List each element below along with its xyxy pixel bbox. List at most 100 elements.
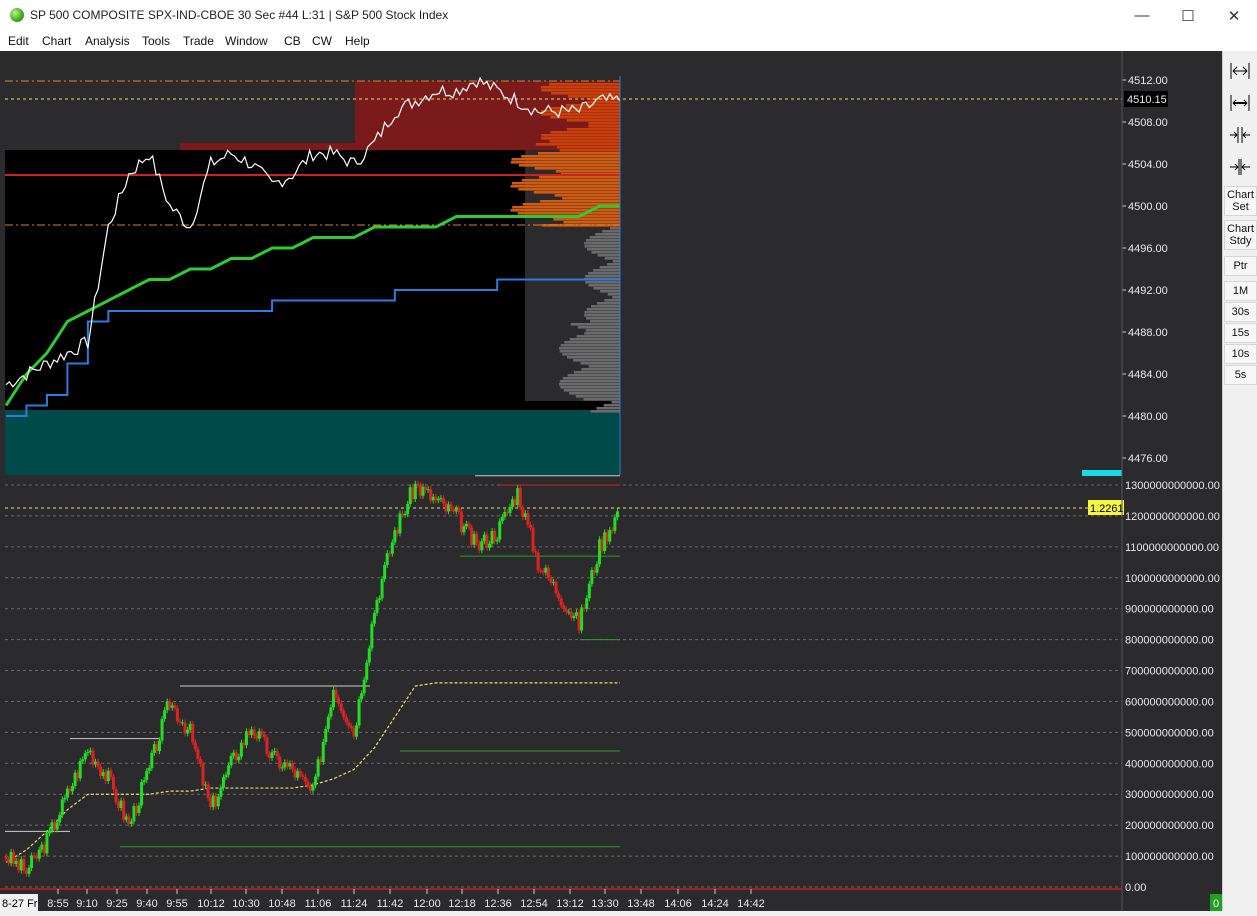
candle-body <box>55 822 59 830</box>
right-toolbar: Chart Set Chart Stdy Ptr 1M 30s 15s 10s … <box>1222 51 1257 911</box>
lower-tick-label: 600000000000.00 <box>1125 696 1214 708</box>
chart-svg[interactable]: 4512.00 4508.00 4504.00 4500.00 4496.00 4492.… <box>0 51 1222 911</box>
profile-bar-gray <box>562 377 620 380</box>
candle-body <box>462 526 466 533</box>
menu-cw[interactable]: CW <box>312 34 332 48</box>
profile-bar-gray <box>577 326 620 329</box>
teal-zone <box>5 410 620 475</box>
candle-body <box>216 796 220 807</box>
candle-body <box>183 722 187 734</box>
candle-body <box>244 731 248 746</box>
profile-bar-gray <box>588 284 620 287</box>
candle-body <box>160 718 164 741</box>
candle-body <box>321 741 325 763</box>
minimize-button[interactable]: — <box>1119 0 1165 31</box>
candle-body <box>395 530 399 534</box>
candle-body <box>393 530 397 543</box>
candle-body <box>319 759 323 763</box>
candle-body <box>117 802 121 809</box>
profile-bar-gray <box>590 410 620 413</box>
candle-body <box>181 722 185 724</box>
candle-body <box>278 756 282 769</box>
profile-bar-gray <box>603 404 620 407</box>
candle-body <box>65 788 69 798</box>
profile-bar-orange <box>541 134 620 137</box>
candle-body <box>257 731 261 739</box>
chart-study-button[interactable]: Chart Stdy <box>1224 220 1257 250</box>
timeframe-1m-button[interactable]: 1M <box>1224 281 1257 301</box>
price-panel[interactable]: 4512.00 4508.00 4504.00 4500.00 4496.00 4492.… <box>4 75 1168 475</box>
menu-bar: Edit Chart Analysis Tools Trade Window C… <box>0 31 1257 51</box>
maximize-button[interactable]: ☐ <box>1165 0 1211 31</box>
candle-body <box>260 731 264 735</box>
candle-body <box>485 534 489 548</box>
candle-panel[interactable]: 1300000000000.00 1200000000000.00 11000000… <box>4 470 1220 894</box>
candle-body <box>250 729 254 736</box>
menu-chart[interactable]: Chart <box>42 34 71 48</box>
menu-window[interactable]: Window <box>225 34 268 48</box>
menu-analysis[interactable]: Analysis <box>85 34 130 48</box>
fit-horizontal-button[interactable] <box>1227 90 1253 116</box>
candle-body <box>242 742 246 746</box>
candle-body <box>42 844 46 854</box>
candle-body <box>434 496 438 501</box>
candle-body <box>214 795 218 807</box>
profile-bar-gray <box>575 395 620 398</box>
candle-body <box>152 744 156 753</box>
profile-bar-gray <box>576 335 620 338</box>
candle-body <box>441 498 445 504</box>
candle-body <box>608 530 612 542</box>
candle-body <box>380 579 384 599</box>
candle-body <box>439 498 443 500</box>
candle-body <box>19 859 23 871</box>
profile-bar-gray <box>596 407 620 410</box>
chart-settings-button[interactable]: Chart Set <box>1224 186 1257 216</box>
candle-body <box>119 800 123 809</box>
candle-body <box>24 870 28 874</box>
lower-tick-label: 100000000000.00 <box>1125 851 1214 863</box>
menu-trade[interactable]: Trade <box>183 34 214 48</box>
timeframe-30s-button[interactable]: 30s <box>1224 302 1257 322</box>
profile-bar-gray <box>567 374 620 377</box>
profile-bar-orange <box>549 107 620 110</box>
x-axis: 8-27 Fr 8:55 9:10 9:25 9:40 9:55 10:12 10:30 10… <box>0 888 1122 911</box>
profile-bar-orange <box>518 164 620 167</box>
candle-body <box>63 797 67 800</box>
candle-body <box>467 523 471 528</box>
candle-body <box>40 844 44 850</box>
close-button[interactable]: ✕ <box>1211 0 1257 31</box>
candle-body <box>465 523 468 527</box>
expand-horizontal-button[interactable] <box>1227 58 1253 84</box>
squeeze-horizontal-button[interactable] <box>1227 154 1253 180</box>
candle-body <box>360 693 364 700</box>
pointer-button[interactable]: Ptr <box>1224 256 1257 276</box>
menu-help[interactable]: Help <box>345 34 370 48</box>
timeframe-10s-button[interactable]: 10s <box>1224 344 1257 364</box>
profile-bar-gray <box>583 398 620 401</box>
candle-body <box>12 851 16 865</box>
timeframe-15s-button[interactable]: 15s <box>1224 323 1257 343</box>
menu-cb[interactable]: CB <box>284 34 301 48</box>
profile-bar-orange <box>587 101 620 104</box>
candle-body <box>388 553 392 555</box>
profile-bar-gray <box>559 350 620 353</box>
profile-bar-gray <box>560 344 620 347</box>
menu-edit[interactable]: Edit <box>8 34 29 48</box>
timeframe-5s-button[interactable]: 5s <box>1224 365 1257 385</box>
candle-body <box>68 788 72 792</box>
profile-bar-orange <box>562 197 620 200</box>
candle-body <box>252 729 256 736</box>
candle-body <box>347 722 351 727</box>
profile-bar-gray <box>612 260 620 263</box>
chart-area[interactable]: 4512.00 4508.00 4504.00 4500.00 4496.00 4492.… <box>0 51 1222 911</box>
menu-tools[interactable]: Tools <box>142 34 170 48</box>
profile-bar-gray <box>570 323 620 326</box>
candle-body <box>528 524 532 528</box>
candle-body <box>316 759 320 777</box>
compress-horizontal-button[interactable] <box>1227 122 1253 148</box>
candle-body <box>196 749 200 760</box>
candle-body <box>221 777 225 788</box>
profile-bar-gray <box>559 383 620 386</box>
candle-body <box>557 593 561 599</box>
teal-zone-cap <box>70 401 620 410</box>
